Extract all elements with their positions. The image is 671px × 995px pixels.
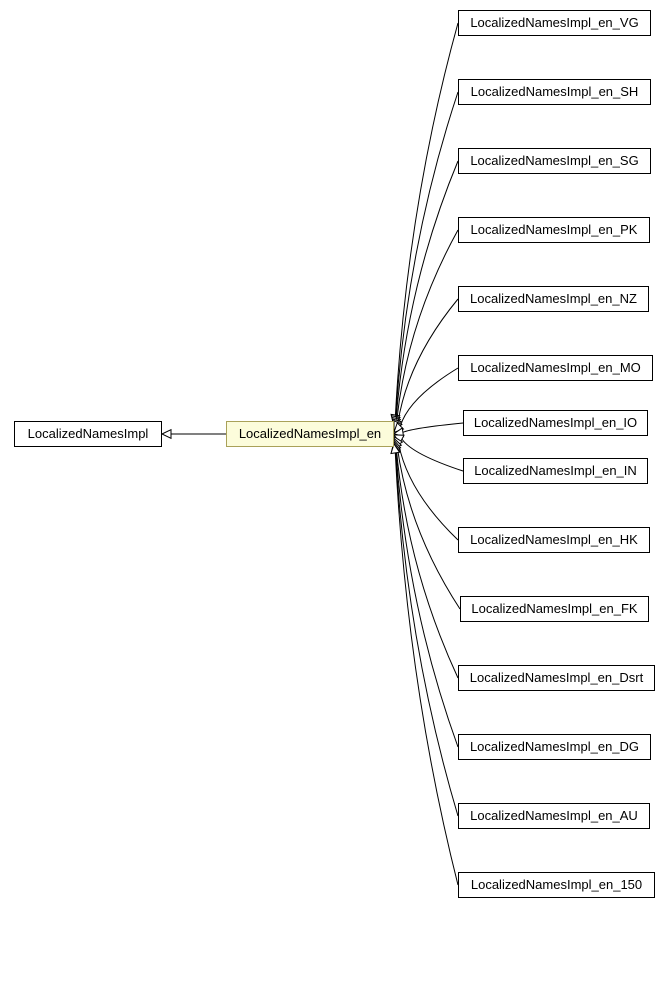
node-localizednamesimpl-en-sh[interactable]: LocalizedNamesImpl_en_SH xyxy=(458,79,651,105)
node-label: LocalizedNamesImpl_en_FK xyxy=(471,601,637,616)
node-localizednamesimpl-en-150[interactable]: LocalizedNamesImpl_en_150 xyxy=(458,872,655,898)
node-label: LocalizedNamesImpl_en_NZ xyxy=(470,291,637,306)
node-label: LocalizedNamesImpl_en_SG xyxy=(470,153,638,168)
node-localizednamesimpl-en-io[interactable]: LocalizedNamesImpl_en_IO xyxy=(463,410,648,436)
node-label: LocalizedNamesImpl_en_MO xyxy=(470,360,641,375)
node-label: LocalizedNamesImpl_en_IN xyxy=(474,463,637,478)
node-localizednamesimpl-en-sg[interactable]: LocalizedNamesImpl_en_SG xyxy=(458,148,651,174)
node-label: LocalizedNamesImpl_en_PK xyxy=(471,222,638,237)
node-localizednamesimpl-en[interactable]: LocalizedNamesImpl_en xyxy=(226,421,394,447)
node-localizednamesimpl-en-au[interactable]: LocalizedNamesImpl_en_AU xyxy=(458,803,650,829)
node-label: LocalizedNamesImpl_en_VG xyxy=(470,15,638,30)
diagram-canvas: LocalizedNamesImpl LocalizedNamesImpl_en… xyxy=(0,0,671,995)
node-label: LocalizedNamesImpl_en xyxy=(239,426,381,441)
node-label: LocalizedNamesImpl xyxy=(28,426,149,441)
node-localizednamesimpl-en-dsrt[interactable]: LocalizedNamesImpl_en_Dsrt xyxy=(458,665,655,691)
node-localizednamesimpl-en-fk[interactable]: LocalizedNamesImpl_en_FK xyxy=(460,596,649,622)
node-localizednamesimpl-en-hk[interactable]: LocalizedNamesImpl_en_HK xyxy=(458,527,650,553)
node-label: LocalizedNamesImpl_en_HK xyxy=(470,532,638,547)
node-label: LocalizedNamesImpl_en_AU xyxy=(470,808,638,823)
node-localizednamesimpl-en-nz[interactable]: LocalizedNamesImpl_en_NZ xyxy=(458,286,649,312)
node-label: LocalizedNamesImpl_en_150 xyxy=(471,877,642,892)
node-label: LocalizedNamesImpl_en_IO xyxy=(474,415,637,430)
node-localizednamesimpl-en-dg[interactable]: LocalizedNamesImpl_en_DG xyxy=(458,734,651,760)
node-localizednamesimpl-en-pk[interactable]: LocalizedNamesImpl_en_PK xyxy=(458,217,650,243)
node-label: LocalizedNamesImpl_en_DG xyxy=(470,739,639,754)
node-localizednamesimpl-en-vg[interactable]: LocalizedNamesImpl_en_VG xyxy=(458,10,651,36)
node-label: LocalizedNamesImpl_en_Dsrt xyxy=(470,670,643,685)
node-localizednamesimpl[interactable]: LocalizedNamesImpl xyxy=(14,421,162,447)
node-label: LocalizedNamesImpl_en_SH xyxy=(471,84,639,99)
node-localizednamesimpl-en-mo[interactable]: LocalizedNamesImpl_en_MO xyxy=(458,355,653,381)
node-localizednamesimpl-en-in[interactable]: LocalizedNamesImpl_en_IN xyxy=(463,458,648,484)
